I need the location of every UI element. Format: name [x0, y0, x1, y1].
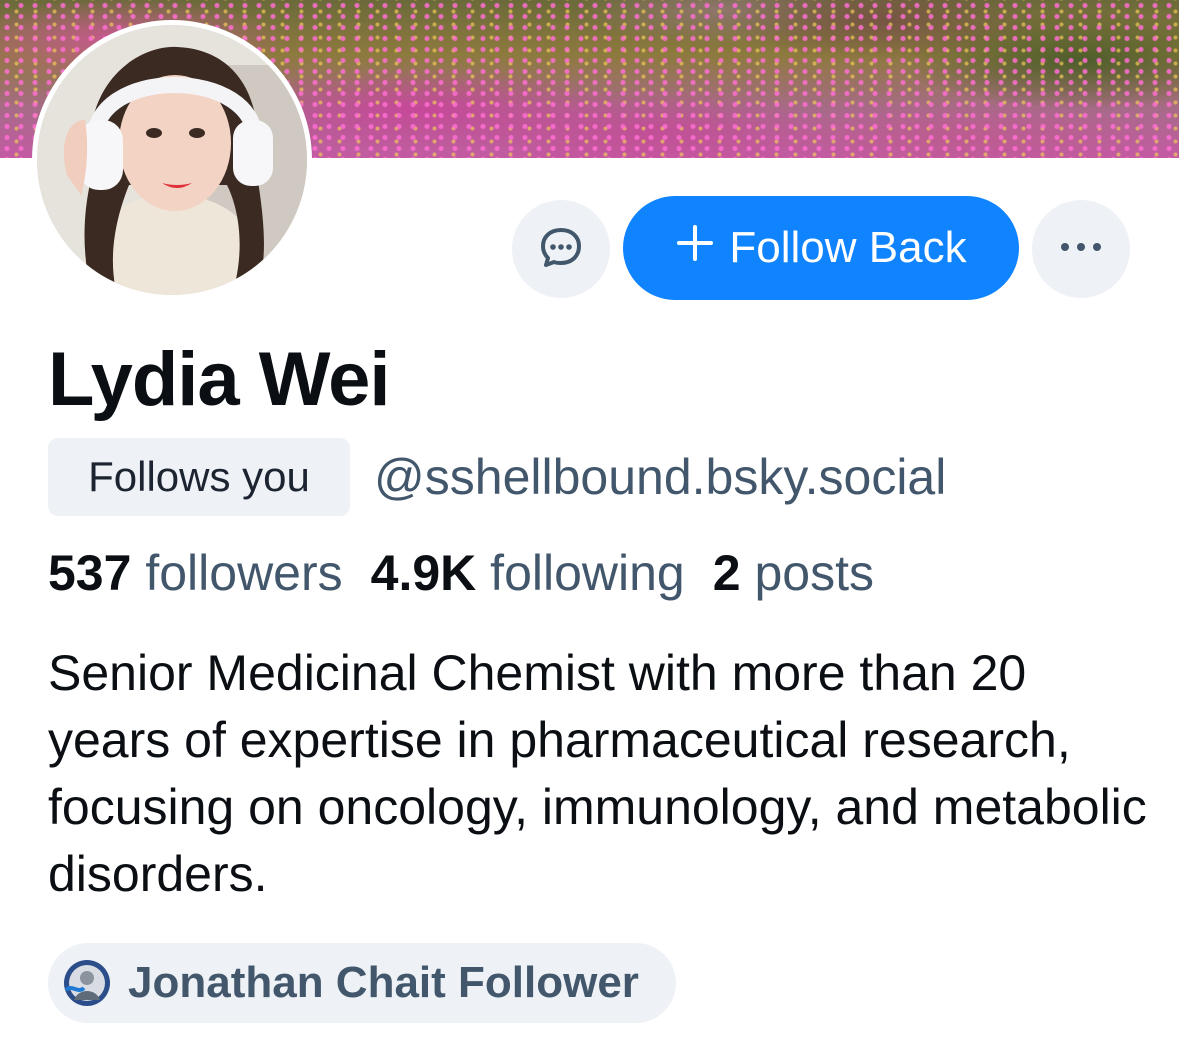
posts-label: posts — [754, 545, 874, 601]
ellipsis-icon — [1059, 240, 1103, 258]
profile-display-name: Lydia Wei — [48, 337, 391, 422]
profile-bio: Senior Medicinal Chemist with more than … — [48, 645, 1147, 902]
known-followers-label: Jonathan Chait Follower — [128, 958, 639, 1007]
posts-stat: 2 posts — [713, 545, 874, 601]
followers-link[interactable]: 537 followers — [48, 545, 343, 601]
plus-icon — [675, 223, 715, 274]
follow-back-label: Follow Back — [729, 223, 967, 272]
following-count: 4.9K — [370, 545, 477, 601]
profile-avatar-border — [32, 20, 312, 300]
followers-label: followers — [145, 545, 343, 601]
profile-handle: @sshellbound.bsky.social — [374, 449, 947, 505]
following-link[interactable]: 4.9K following — [371, 545, 685, 601]
profile-stats: 537 followers 4.9K following 2 posts — [48, 544, 874, 602]
follows-you-badge: Follows you — [48, 438, 350, 516]
message-button[interactable] — [512, 200, 610, 298]
following-label: following — [490, 545, 685, 601]
known-followers-pill[interactable]: Jonathan Chait Follower — [48, 943, 676, 1023]
followers-count: 537 — [48, 545, 132, 601]
posts-count: 2 — [712, 545, 741, 601]
more-options-button[interactable] — [1032, 200, 1130, 298]
profile-avatar[interactable] — [37, 25, 307, 295]
known-follower-avatar — [64, 960, 110, 1006]
chat-bubble-icon — [537, 223, 585, 276]
follow-back-button[interactable]: Follow Back — [623, 196, 1019, 300]
